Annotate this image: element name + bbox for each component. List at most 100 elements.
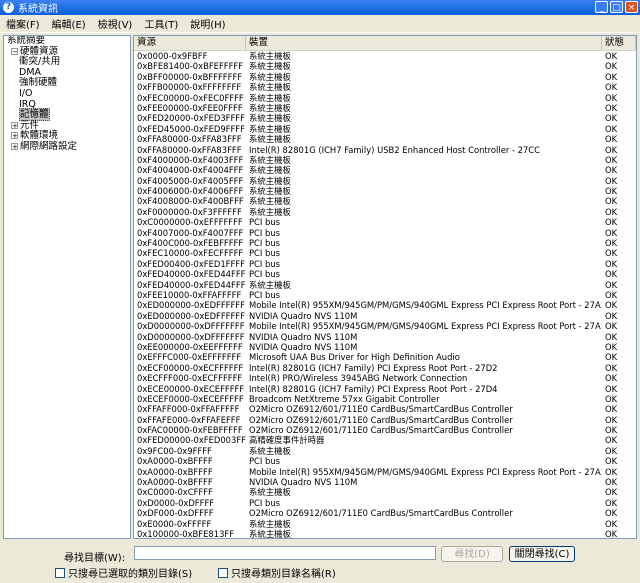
device-cell: 系統主機板 — [249, 61, 291, 72]
table-row[interactable]: 0xFAC00000-0xFEBFFFFF O2Micro OZ6912/601/… — [134, 425, 636, 435]
table-row[interactable]: 0xFFA80000-0xFFA83FFF Intel(R) 82801G (IC… — [134, 145, 636, 155]
table-row[interactable]: 0xEFFFC000-0xEFFFFFFF Microsoft UAA Bus D… — [134, 352, 636, 362]
status-cell: OK — [605, 227, 618, 238]
close-button[interactable]: × — [625, 1, 638, 13]
table-row[interactable]: 0xFEE10000-0xFFAFFFFF PCI bus OK — [134, 290, 636, 300]
device-cell: PCI bus — [249, 289, 281, 300]
column-header-status[interactable]: 狀態 — [602, 36, 636, 50]
find-input[interactable] — [134, 546, 436, 560]
table-row[interactable]: 0xECE00000-0xECEFFFFF Intel(R) 82801G (IC… — [134, 384, 636, 394]
table-row[interactable]: 0xD0000-0xDFFFF PCI bus OK — [134, 498, 636, 508]
table-row[interactable]: 0xECF00000-0xECFFFFFF Intel(R) 82801G (IC… — [134, 363, 636, 373]
table-row[interactable]: 0xFFA80000-0xFFA83FFF 系統主機板 OK — [134, 134, 636, 144]
status-cell: OK — [605, 165, 618, 176]
minimize-button[interactable]: _ — [595, 1, 608, 13]
resource-cell: 0xDF000-0xDFFFF — [137, 508, 214, 519]
status-cell: OK — [605, 466, 618, 477]
table-row[interactable]: 0x9FC00-0x9FFFF 系統主機板 OK — [134, 446, 636, 456]
table-row[interactable]: 0xECEF0000-0xECEFFFFF Broadcom NetXtreme … — [134, 394, 636, 404]
table-row[interactable]: 0xA0000-0xBFFFF PCI bus OK — [134, 456, 636, 466]
table-row[interactable]: 0xBFE81400-0xBFEFFFFF 系統主機板 OK — [134, 61, 636, 71]
table-row[interactable]: 0xFED40000-0xFED44FFF 系統主機板 OK — [134, 280, 636, 290]
table-row[interactable]: 0xE0000-0xFFFFF 系統主機板 OK — [134, 519, 636, 529]
table-row[interactable]: 0x100000-0xBFE813FF 系統主機板 OK — [134, 528, 636, 539]
find-button[interactable]: 尋找(D) — [441, 546, 503, 562]
close-find-button[interactable]: 關閉尋找(C) — [509, 546, 575, 562]
resource-cell: 0x9FC00-0x9FFFF — [137, 445, 212, 456]
device-cell: Intel(R) 82801G (ICH7 Family) PCI Expres… — [249, 362, 498, 373]
table-row[interactable]: 0xA0000-0xBFFFF Mobile Intel(R) 955XM/945… — [134, 467, 636, 477]
status-cell: OK — [605, 321, 618, 332]
table-row[interactable]: 0xF400C000-0xFEBFFFFF PCI bus OK — [134, 238, 636, 248]
table-row[interactable]: 0xF4007000-0xF4007FFF PCI bus OK — [134, 228, 636, 238]
table-row[interactable]: 0xD0000000-0xDFFFFFFF Mobile Intel(R) 955… — [134, 321, 636, 331]
table-row[interactable]: 0xEE000000-0xEEFFFFFF NVIDIA Quadro NVS 1… — [134, 342, 636, 352]
menu-file[interactable]: 檔案(F) — [0, 16, 46, 31]
table-row[interactable]: 0xFED45000-0xFED9FFFF 系統主機板 OK — [134, 124, 636, 134]
status-cell: OK — [605, 445, 618, 456]
menu-edit[interactable]: 編輯(E) — [46, 16, 92, 31]
table-row[interactable]: 0xED000000-0xEDFFFFFF NVIDIA Quadro NVS 1… — [134, 311, 636, 321]
resource-cell: 0xF4007000-0xF4007FFF — [137, 227, 244, 238]
status-cell: OK — [605, 518, 618, 529]
tree-item[interactable]: + 網際網路設定 — [4, 141, 130, 153]
table-row[interactable]: 0xF4006000-0xF4006FFF 系統主機板 OK — [134, 186, 636, 196]
table-row[interactable]: 0xC0000000-0xEFFFFFFF PCI bus OK — [134, 217, 636, 227]
resource-cell: 0xBFF00000-0xBFFFFFFF — [137, 71, 243, 82]
resource-cell: 0xED000000-0xEDFFFFFF — [137, 300, 245, 311]
column-header-resource[interactable]: 資源 — [134, 36, 246, 50]
resource-cell: 0x0000-0x9FBFF — [137, 51, 208, 61]
table-row[interactable]: 0xFEC10000-0xFECFFFFF PCI bus OK — [134, 248, 636, 258]
table-row[interactable]: 0xF4008000-0xF400BFFF 系統主機板 OK — [134, 196, 636, 206]
maximize-button[interactable]: □ — [610, 1, 623, 13]
table-row[interactable]: 0xFFAFE000-0xFFAFEFFF O2Micro OZ6912/601/… — [134, 415, 636, 425]
collapse-icon[interactable]: − — [11, 47, 18, 55]
menu-tools[interactable]: 工具(T) — [138, 16, 184, 31]
table-row[interactable]: 0xF0000000-0xF3FFFFFF 系統主機板 OK — [134, 207, 636, 217]
table-row[interactable]: 0xA0000-0xBFFFF NVIDIA Quadro NVS 110M OK — [134, 477, 636, 487]
expand-icon[interactable]: + — [11, 142, 18, 150]
table-row[interactable]: 0xFFAFF000-0xFFAFFFFF O2Micro OZ6912/601/… — [134, 404, 636, 414]
expand-icon[interactable]: + — [11, 132, 18, 140]
device-cell: Intel(R) PRO/Wireless 3945ABG Network Co… — [249, 373, 468, 384]
device-cell: 系統主機板 — [249, 165, 291, 176]
checkbox[interactable] — [218, 567, 228, 578]
table-row[interactable]: 0xFED20000-0xFED3FFFF 系統主機板 OK — [134, 113, 636, 123]
table-row[interactable]: 0xDF000-0xDFFFF O2Micro OZ6912/601/711E0 … — [134, 508, 636, 518]
search-category-names-option[interactable]: 只搜尋類別目錄名稱(R) — [218, 565, 336, 580]
table-row[interactable]: 0xFFB00000-0xFFFFFFFF 系統主機板 OK — [134, 82, 636, 92]
device-cell: 系統主機板 — [249, 196, 291, 207]
device-cell: 系統主機板 — [249, 134, 291, 145]
table-row[interactable]: 0xD0000000-0xDFFFFFFF NVIDIA Quadro NVS 1… — [134, 332, 636, 342]
table-row[interactable]: 0xC0000-0xCFFFF 系統主機板 OK — [134, 487, 636, 497]
table-row[interactable]: 0xF4000000-0xF4003FFF 系統主機板 OK — [134, 155, 636, 165]
resource-cell: 0xA0000-0xBFFFF — [137, 477, 213, 488]
table-row[interactable]: 0xBFF00000-0xBFFFFFFF 系統主機板 OK — [134, 72, 636, 82]
device-cell: 系統主機板 — [249, 528, 291, 539]
table-row[interactable]: 0xFEC00000-0xFEC0FFFF 系統主機板 OK — [134, 93, 636, 103]
tree-item-label: 強制硬體 — [19, 77, 58, 89]
column-header-device[interactable]: 裝置 — [246, 36, 602, 50]
table-row[interactable]: 0xFED00400-0xFED1FFFF PCI bus OK — [134, 259, 636, 269]
resource-cell: 0xFED45000-0xFED9FFFF — [137, 123, 245, 134]
device-cell: NVIDIA Quadro NVS 110M — [249, 341, 358, 352]
menu-view[interactable]: 檢視(V) — [92, 16, 139, 31]
table-row[interactable]: 0x0000-0x9FBFF 系統主機板 OK — [134, 51, 636, 61]
table-row[interactable]: 0xF4005000-0xF4005FFF 系統主機板 OK — [134, 176, 636, 186]
status-cell: OK — [605, 528, 618, 539]
resource-list[interactable]: 資源 裝置 狀態 0x0000-0x9FBFF 系統主機板 OK 0xBFE81400… — [133, 35, 637, 539]
resource-cell: 0xBFE81400-0xBFEFFFFF — [137, 61, 244, 72]
resource-cell: 0xC0000000-0xEFFFFFFF — [137, 217, 243, 228]
search-selected-category-option[interactable]: 只搜尋已選取的類別目錄(S) — [55, 565, 192, 580]
table-row[interactable]: 0xF4004000-0xF4004FFF 系統主機板 OK — [134, 165, 636, 175]
expand-icon[interactable]: + — [11, 121, 18, 129]
table-row[interactable]: 0xECFFF000-0xECFFFFFF Intel(R) PRO/Wirele… — [134, 373, 636, 383]
table-row[interactable]: 0xED000000-0xEDFFFFFF Mobile Intel(R) 955… — [134, 300, 636, 310]
checkbox[interactable] — [55, 567, 65, 578]
table-row[interactable]: 0xFED40000-0xFED44FFF PCI bus OK — [134, 269, 636, 279]
table-row[interactable]: 0xFED00000-0xFED003FF 高精確度事件計時器 OK — [134, 435, 636, 445]
table-row[interactable]: 0xFEE00000-0xFEE0FFFF 系統主機板 OK — [134, 103, 636, 113]
status-cell: OK — [605, 206, 618, 217]
menu-help[interactable]: 說明(H) — [184, 16, 231, 31]
category-tree[interactable]: 系統摘要 − 硬體資源 衝突/共用 DMA 強制硬體 I/O IRQ 記憶體 + 元件 + 軟體環境 + 網… — [3, 35, 131, 539]
